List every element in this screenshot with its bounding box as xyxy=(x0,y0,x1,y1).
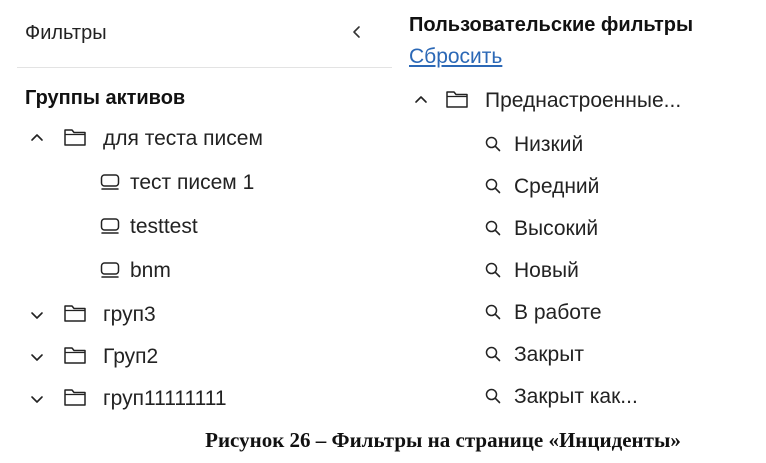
filter-item-label: В работе xyxy=(514,301,602,324)
filter-item[interactable]: Закрыт как... xyxy=(409,380,709,414)
chevron-up-icon[interactable] xyxy=(413,92,429,108)
search-icon xyxy=(484,135,502,153)
folder-icon xyxy=(63,387,87,407)
asset-group-row[interactable]: груп3 xyxy=(25,298,325,332)
folder-icon xyxy=(63,303,87,323)
filter-item[interactable]: Высокий xyxy=(409,212,709,246)
figure-caption-text: Рисунок 26 – Фильтры на странице «Инциде… xyxy=(205,428,681,452)
chevron-down-icon[interactable] xyxy=(29,307,45,323)
divider xyxy=(17,67,392,68)
filter-item[interactable]: Закрыт xyxy=(409,338,709,372)
filters-panel-title: Фильтры xyxy=(25,22,107,44)
folder-icon xyxy=(63,127,87,147)
filter-folder-label: Преднастроенные... xyxy=(485,89,682,112)
search-icon xyxy=(484,345,502,363)
search-icon xyxy=(484,303,502,321)
chevron-up-icon[interactable] xyxy=(29,130,45,146)
figure-caption: Рисунок 26 – Фильтры на странице «Инциде… xyxy=(0,428,766,453)
asset-item-label: bnm xyxy=(130,259,171,282)
search-icon xyxy=(484,387,502,405)
search-icon xyxy=(484,261,502,279)
asset-group-row[interactable]: груп11111111 xyxy=(25,382,325,416)
chevron-left-icon xyxy=(350,24,364,40)
filter-item-label: Новый xyxy=(514,259,579,282)
chevron-down-icon[interactable] xyxy=(29,391,45,407)
reset-link[interactable]: Сбросить xyxy=(409,45,502,69)
filter-item[interactable]: Новый xyxy=(409,254,709,288)
collapse-panel-button[interactable] xyxy=(347,20,367,44)
filter-item-label: Средний xyxy=(514,175,600,198)
search-icon xyxy=(484,177,502,195)
asset-group-label: для теста писем xyxy=(103,127,263,150)
asset-group-row[interactable]: для теста писем xyxy=(25,122,365,156)
asset-group-label: груп11111111 xyxy=(103,387,227,410)
asset-group-label: груп3 xyxy=(103,303,156,326)
filter-item-label: Высокий xyxy=(514,217,599,240)
asset-item[interactable]: bnm xyxy=(25,254,325,288)
asset-group-label: Груп2 xyxy=(103,345,159,368)
filter-item-label: Низкий xyxy=(514,133,584,156)
filter-item-label: Закрыт xyxy=(514,343,584,366)
device-icon xyxy=(99,260,121,280)
custom-filters-title: Пользовательские фильтры xyxy=(409,14,694,36)
asset-item[interactable]: testtest xyxy=(25,210,325,244)
asset-item[interactable]: тест писем 1 xyxy=(25,166,325,200)
asset-groups-title: Группы активов xyxy=(25,87,186,109)
folder-icon xyxy=(63,345,87,365)
filter-item[interactable]: Средний xyxy=(409,170,709,204)
device-icon xyxy=(99,216,121,236)
filter-item-label: Закрыт как... xyxy=(514,385,638,408)
search-icon xyxy=(484,219,502,237)
asset-item-label: testtest xyxy=(130,215,198,238)
folder-icon xyxy=(445,89,469,109)
filter-item[interactable]: В работе xyxy=(409,296,709,330)
chevron-down-icon[interactable] xyxy=(29,349,45,365)
asset-item-label: тест писем 1 xyxy=(130,171,255,194)
device-icon xyxy=(99,172,121,192)
filter-folder-row[interactable]: Преднастроенные... xyxy=(409,84,749,118)
filter-item[interactable]: Низкий xyxy=(409,128,709,162)
asset-group-row[interactable]: Груп2 xyxy=(25,340,325,374)
